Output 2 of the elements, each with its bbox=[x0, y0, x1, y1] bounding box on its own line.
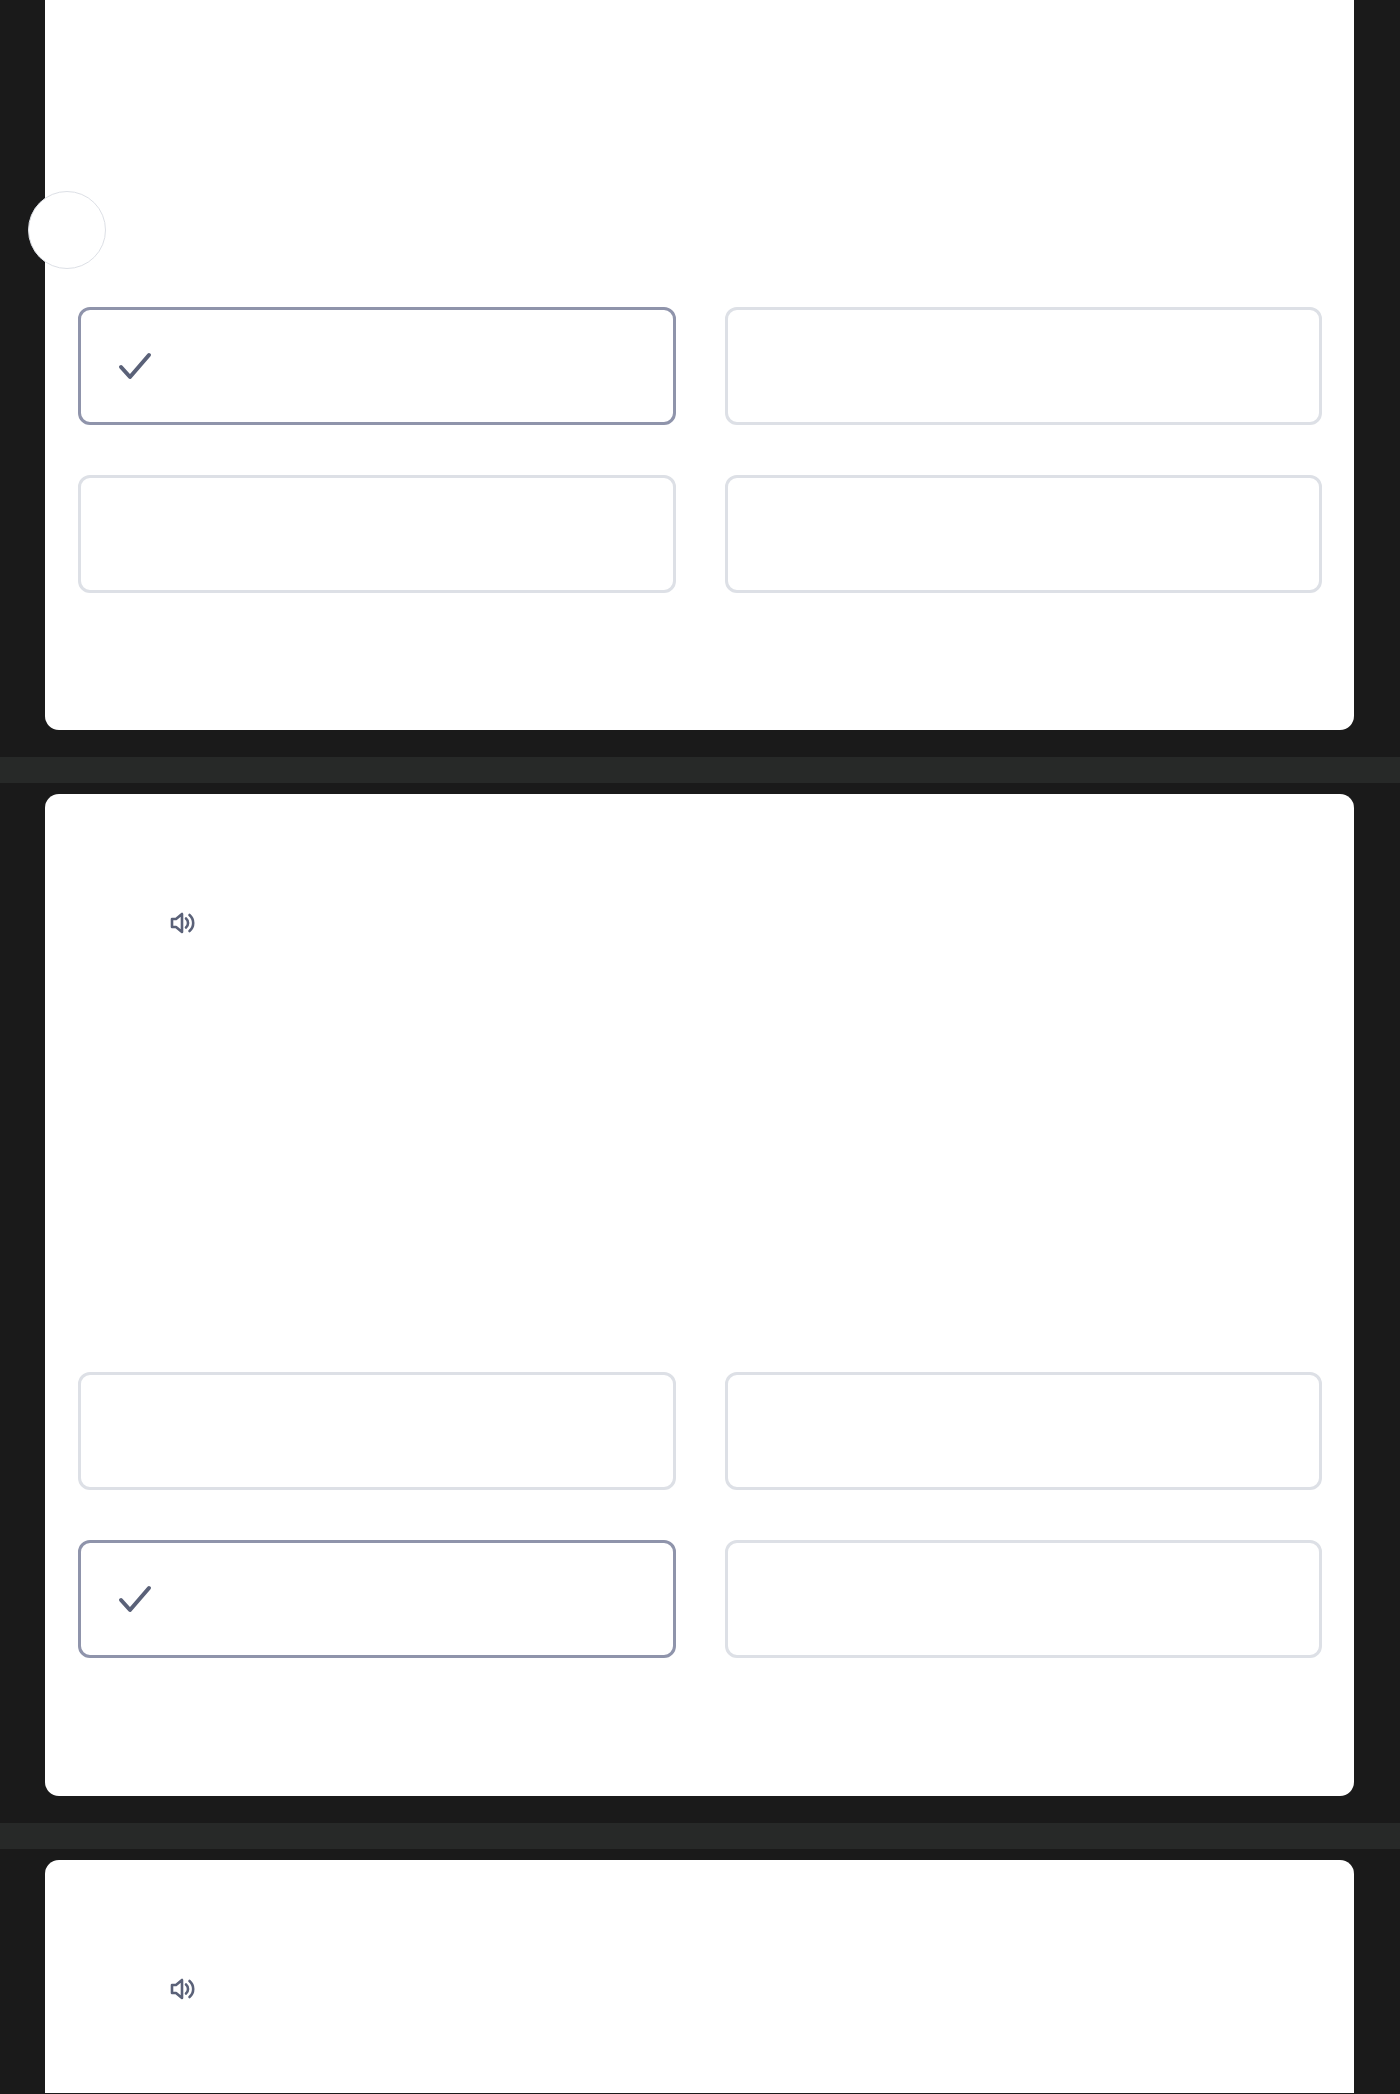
answer-option[interactable] bbox=[78, 307, 676, 425]
answer-option[interactable] bbox=[78, 1540, 676, 1658]
